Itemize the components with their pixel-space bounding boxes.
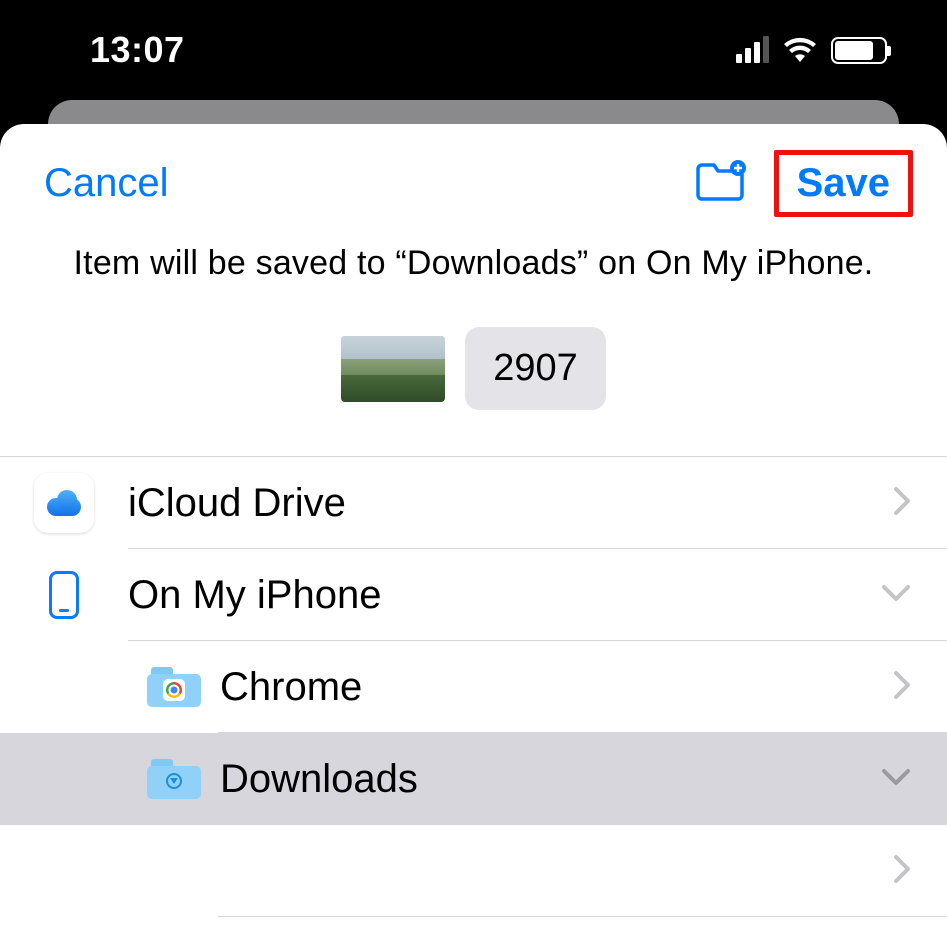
status-bar: 13:07 (0, 0, 947, 100)
location-label: On My iPhone (128, 573, 881, 618)
item-filename-field[interactable]: 2907 (465, 327, 606, 410)
chevron-right-icon (893, 854, 911, 889)
save-button-highlight: Save (774, 150, 913, 217)
chevron-right-icon (893, 670, 911, 705)
folder-downloads-icon (147, 759, 201, 799)
navigation-bar: Cancel Save (0, 124, 947, 242)
icloud-icon (34, 473, 94, 533)
cellular-signal-icon (736, 37, 769, 63)
location-label: iCloud Drive (128, 481, 893, 526)
cancel-button[interactable]: Cancel (44, 161, 169, 206)
locations-list: iCloud Drive On My iPhone Chrome (0, 456, 947, 917)
device-frame: 13:07 Cancel Save (0, 0, 947, 928)
location-row-on-my-iphone[interactable]: On My iPhone (0, 549, 947, 641)
location-row-downloads[interactable]: Downloads (0, 733, 947, 825)
battery-icon (831, 37, 887, 64)
location-label: Chrome (220, 665, 893, 710)
wifi-icon (783, 37, 817, 63)
chevron-down-icon (881, 584, 911, 607)
item-preview-row: 2907 (0, 327, 947, 410)
item-thumbnail[interactable] (341, 336, 445, 402)
chevron-right-icon (893, 486, 911, 521)
folder-chrome-icon (147, 667, 201, 707)
location-row-empty[interactable] (0, 825, 947, 917)
location-row-icloud-drive[interactable]: iCloud Drive (0, 457, 947, 549)
location-label: Downloads (220, 757, 881, 802)
chevron-down-icon (881, 768, 911, 791)
status-time: 13:07 (90, 29, 185, 71)
save-sheet: Cancel Save Item will be saved to “Downl… (0, 124, 947, 928)
save-destination-text: Item will be saved to “Downloads” on On … (0, 242, 947, 283)
new-folder-button[interactable] (694, 159, 748, 208)
location-row-chrome[interactable]: Chrome (0, 641, 947, 733)
status-icons (736, 37, 887, 64)
iphone-icon (49, 571, 79, 619)
save-button[interactable]: Save (797, 161, 890, 206)
